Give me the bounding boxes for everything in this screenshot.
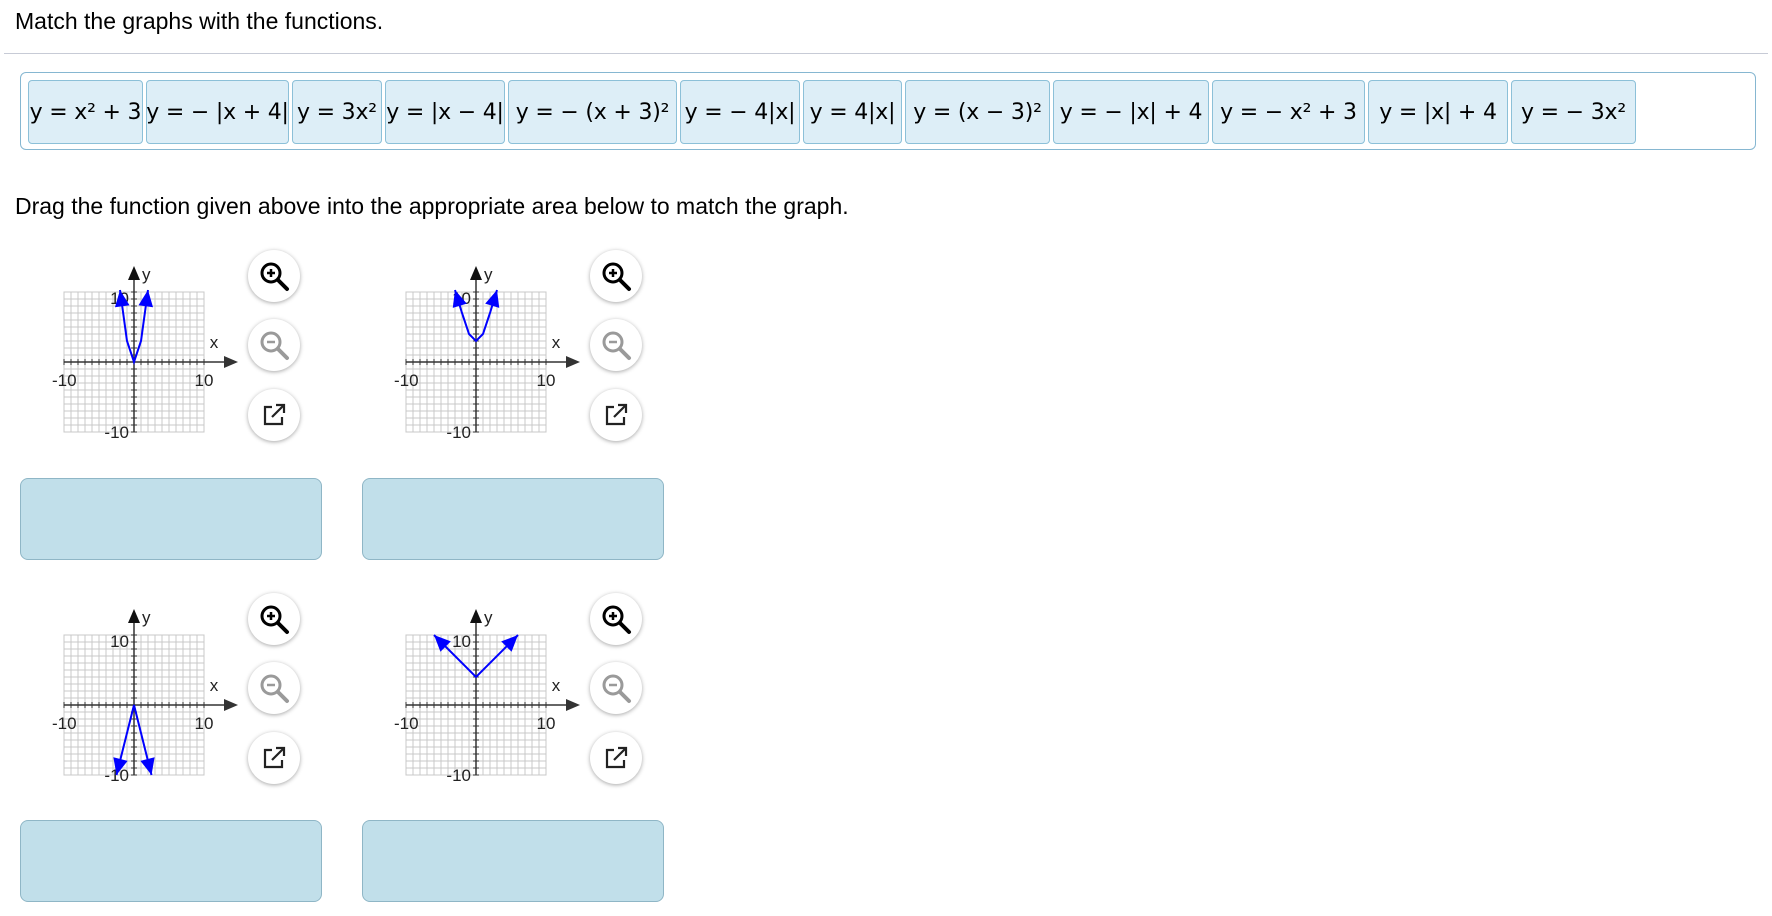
chip-label: y = 3x² — [297, 99, 377, 125]
zoom-in-icon — [260, 605, 289, 634]
drop-zone-1[interactable] — [20, 478, 322, 560]
x-min-tick-label: -10 — [52, 371, 77, 390]
y-axis-label: y — [142, 608, 151, 627]
chip-label: y = |x| + 4 — [1379, 99, 1497, 125]
popout-icon — [263, 746, 286, 769]
popout-button[interactable] — [590, 732, 642, 784]
zoom-out-button[interactable] — [590, 319, 642, 371]
popout-icon — [263, 403, 286, 426]
x-max-tick-label: 10 — [537, 714, 556, 733]
function-chip-5[interactable]: y = − (x + 3)² — [508, 80, 677, 144]
function-chip-3[interactable]: y = 3x² — [292, 80, 382, 144]
zoom-out-icon — [602, 331, 631, 360]
chip-label: y = − 4|x| — [684, 99, 796, 125]
y-axis-label: y — [484, 265, 493, 284]
graph-4: y x -10 10 10 -10 — [394, 608, 580, 785]
zoom-out-icon — [602, 674, 631, 703]
chip-label: y = |x − 4| — [386, 99, 504, 125]
zoom-in-icon — [602, 262, 631, 291]
x-axis-arrow — [566, 699, 580, 711]
zoom-in-button[interactable] — [248, 250, 300, 302]
zoom-in-button[interactable] — [590, 593, 642, 645]
function-chip-2[interactable]: y = − |x + 4| — [146, 80, 289, 144]
divider — [4, 53, 1768, 54]
drop-zone-3[interactable] — [20, 820, 322, 902]
x-axis-arrow — [566, 356, 580, 368]
y-max-tick-label: 10 — [452, 632, 471, 651]
x-min-tick-label: -10 — [394, 371, 419, 390]
x-min-tick-label: -10 — [52, 714, 77, 733]
chip-label: y = (x − 3)² — [913, 99, 1042, 125]
function-chip-8[interactable]: y = (x − 3)² — [905, 80, 1050, 144]
y-axis-arrow — [128, 609, 140, 623]
chip-label: y = 4|x| — [809, 99, 896, 125]
function-chip-6[interactable]: y = − 4|x| — [680, 80, 800, 144]
y-min-tick-label: -10 — [446, 766, 471, 785]
graph-3: yx-10 1010-10 — [52, 608, 238, 785]
x-axis-label: x — [552, 333, 561, 352]
popout-icon — [605, 403, 628, 426]
drop-zone-4[interactable] — [362, 820, 664, 902]
function-chip-11[interactable]: y = |x| + 4 — [1368, 80, 1508, 144]
zoom-out-button[interactable] — [248, 662, 300, 714]
x-axis-label: x — [210, 333, 219, 352]
chip-label: y = − |x| + 4 — [1059, 99, 1203, 125]
chip-label: y = − 3x² — [1521, 99, 1626, 125]
zoom-out-icon — [260, 331, 289, 360]
chip-label: y = − (x + 3)² — [515, 99, 670, 125]
chip-label: y = x² + 3 — [29, 99, 142, 125]
popout-button[interactable] — [248, 389, 300, 441]
zoom-in-button[interactable] — [590, 250, 642, 302]
y-axis-arrow — [470, 266, 482, 280]
zoom-in-button[interactable] — [248, 593, 300, 645]
y-min-tick-label: -10 — [446, 423, 471, 442]
y-axis-label: y — [484, 608, 493, 627]
x-axis-arrow — [224, 699, 238, 711]
x-axis-label: x — [210, 676, 219, 695]
y-min-tick-label: -10 — [104, 423, 129, 442]
y-axis-arrow — [128, 266, 140, 280]
zoom-out-button[interactable] — [248, 319, 300, 371]
chip-label: y = − x² + 3 — [1220, 99, 1357, 125]
y-max-tick-label: 10 — [110, 632, 129, 651]
x-max-tick-label: 10 — [195, 371, 214, 390]
x-axis-label: x — [552, 676, 561, 695]
prompt: Match the graphs with the functions. — [15, 8, 384, 34]
graph-2: yx-101010-10 — [394, 265, 580, 442]
graph-1: yx-101010-10 — [52, 265, 238, 442]
instruction: Drag the function given above into the a… — [15, 193, 849, 219]
popout-button[interactable] — [248, 732, 300, 784]
function-chip-10[interactable]: y = − x² + 3 — [1212, 80, 1365, 144]
chip-label: y = − |x + 4| — [146, 99, 289, 125]
y-axis-label: y — [142, 265, 151, 284]
zoom-out-button[interactable] — [590, 662, 642, 714]
drop-zone-2[interactable] — [362, 478, 664, 560]
function-chip-9[interactable]: y = − |x| + 4 — [1053, 80, 1209, 144]
x-max-tick-label: 10 — [537, 371, 556, 390]
x-axis-arrow — [224, 356, 238, 368]
function-chip-1[interactable]: y = x² + 3 — [28, 80, 143, 144]
zoom-in-icon — [602, 605, 631, 634]
y-axis-arrow — [470, 609, 482, 623]
function-chip-4[interactable]: y = |x − 4| — [385, 80, 505, 144]
function-chip-7[interactable]: y = 4|x| — [803, 80, 902, 144]
function-chip-12[interactable]: y = − 3x² — [1511, 80, 1636, 144]
popout-icon — [605, 746, 628, 769]
popout-button[interactable] — [590, 389, 642, 441]
zoom-in-icon — [260, 262, 289, 291]
x-min-tick-label: -10 — [394, 714, 419, 733]
x-max-tick-label: 10 — [195, 714, 214, 733]
zoom-out-icon — [260, 674, 289, 703]
